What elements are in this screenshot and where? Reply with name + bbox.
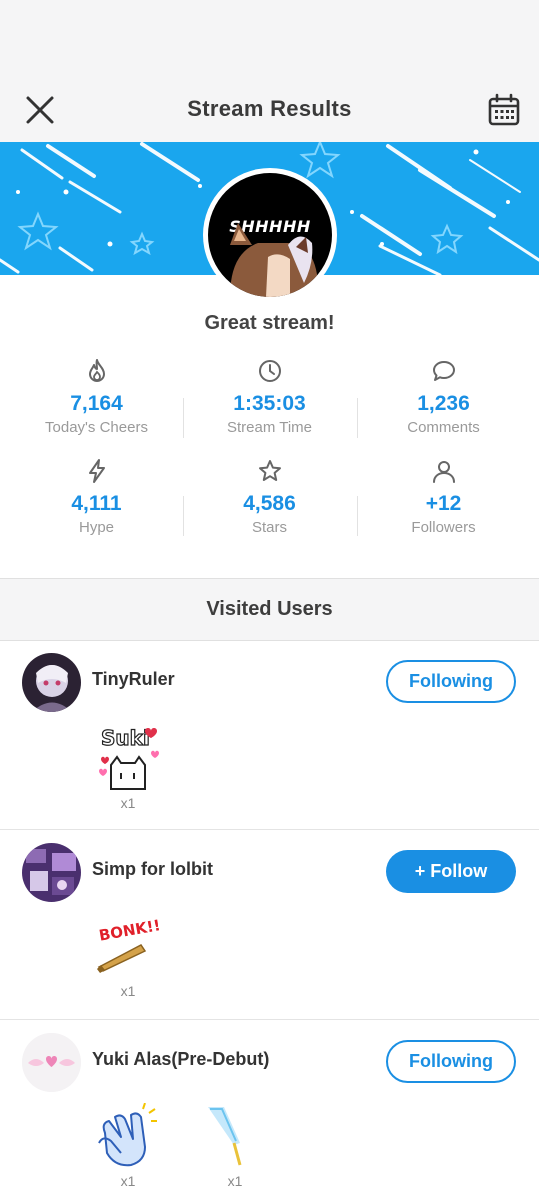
stat-label: Today's Cheers xyxy=(45,419,148,436)
calendar-button[interactable] xyxy=(486,92,522,128)
gift-quantity: x1 xyxy=(120,983,136,999)
stat-value: 1:35:03 xyxy=(233,392,306,415)
username[interactable]: Simp for lolbit xyxy=(92,859,213,880)
comment-icon xyxy=(432,361,455,381)
flame-icon xyxy=(88,359,105,382)
user-row: Simp for lolbit + Follow BONK!! x1 xyxy=(0,831,539,1020)
stat-value: 4,111 xyxy=(71,492,122,515)
gift-item: x1 xyxy=(198,1103,272,1193)
stat-value: 1,236 xyxy=(417,392,470,415)
glow-stick-icon xyxy=(208,1107,242,1166)
section-title: Visited Users xyxy=(206,598,333,620)
gift-quantity: x1 xyxy=(120,795,136,811)
stream-headline: Great stream! xyxy=(204,312,335,334)
stat-followers: +12 Followers xyxy=(357,458,530,536)
gift-sticker-text: BONK!! xyxy=(98,916,162,945)
bonk-bat-sticker-icon: BONK!! xyxy=(97,916,162,973)
stat-cheers: 7,164 Today's Cheers xyxy=(10,358,183,436)
gift-item: BONK!! x1 xyxy=(91,915,165,1005)
visited-users-header: Visited Users xyxy=(0,578,539,641)
stat-label: Comments xyxy=(407,419,480,436)
lightning-icon xyxy=(88,459,105,483)
star-icon xyxy=(258,460,281,481)
username[interactable]: Yuki Alas(Pre-Debut) xyxy=(92,1049,269,1070)
clock-icon xyxy=(258,360,281,382)
stat-value: 7,164 xyxy=(70,392,123,415)
page-title: Stream Results xyxy=(187,96,352,121)
gift-sticker-text: Suki xyxy=(101,726,150,750)
stat-stars: 4,586 Stars xyxy=(183,458,356,536)
stat-value: 4,586 xyxy=(243,492,296,515)
stat-label: Stars xyxy=(251,519,287,536)
clapping-hands-icon xyxy=(98,1103,157,1167)
top-header: Stream Results xyxy=(0,78,539,142)
stat-label: Stream Time xyxy=(226,419,313,436)
stat-comments: 1,236 Comments xyxy=(357,358,530,436)
stat-value: +12 xyxy=(425,492,462,515)
following-button[interactable]: Following xyxy=(386,1040,516,1083)
user-icon xyxy=(432,461,455,483)
avatar[interactable] xyxy=(22,843,81,902)
anime-character-icon xyxy=(230,223,319,297)
gift-item: x1 xyxy=(91,1103,165,1193)
stat-stream-time: 1:35:03 Stream Time xyxy=(183,358,356,436)
stat-hype: 4,111 Hype xyxy=(10,458,183,536)
follow-button[interactable]: + Follow xyxy=(386,850,516,893)
stat-label: Hype xyxy=(78,519,115,536)
calendar-icon xyxy=(488,93,520,126)
streamer-avatar: SHHHHH xyxy=(203,168,337,302)
user-row: TinyRuler Following Suki x1 xyxy=(0,641,539,830)
gift-quantity: x1 xyxy=(120,1173,136,1189)
avatar[interactable] xyxy=(22,653,81,712)
suki-cat-sticker-icon: Suki xyxy=(99,725,159,790)
stat-label: Followers xyxy=(411,519,476,536)
user-row: Yuki Alas(Pre-Debut) Following x1 x1 xyxy=(0,1021,539,1200)
gift-quantity: x1 xyxy=(227,1173,243,1189)
username[interactable]: TinyRuler xyxy=(92,669,175,690)
following-button[interactable]: Following xyxy=(386,660,516,703)
avatar[interactable] xyxy=(22,1033,81,1092)
gift-item: Suki x1 xyxy=(91,723,165,813)
